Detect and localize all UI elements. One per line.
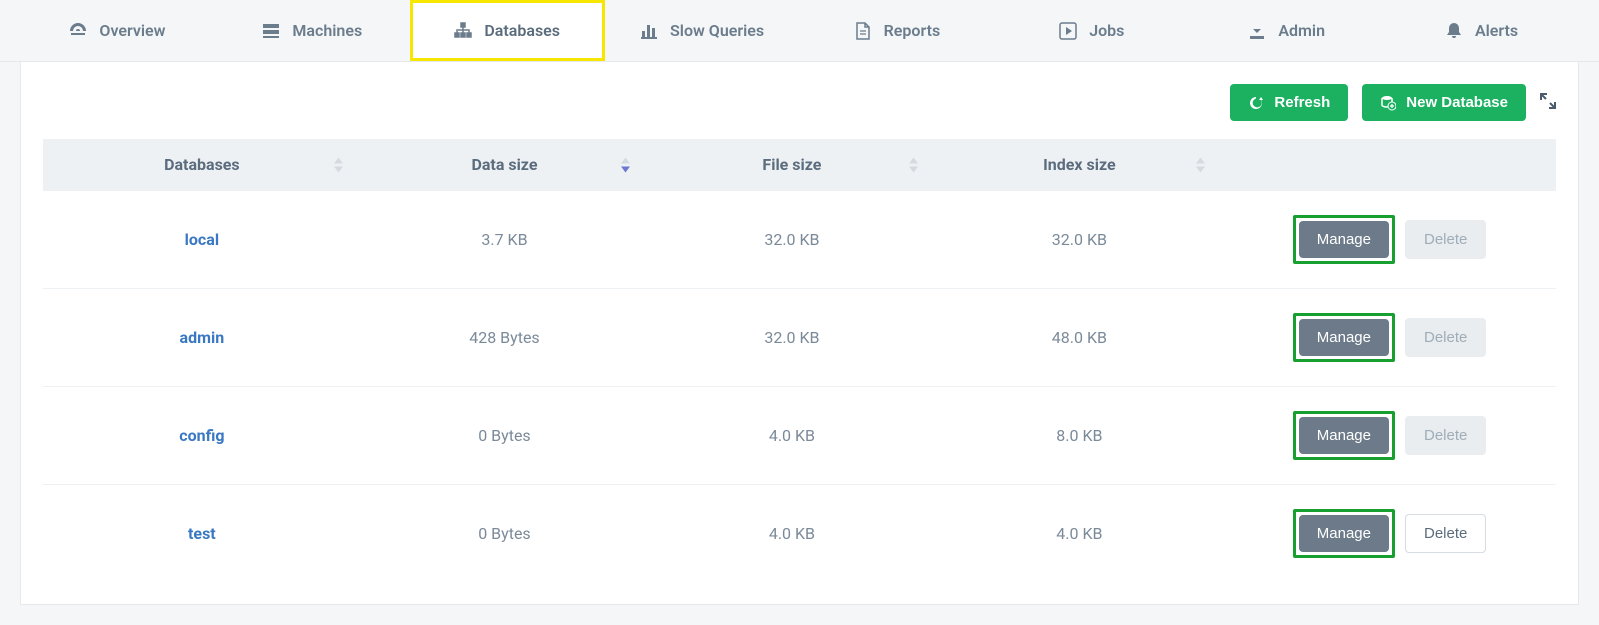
delete-button: Delete	[1405, 318, 1486, 357]
file-icon	[854, 22, 872, 40]
index-size-cell: 4.0 KB	[936, 485, 1223, 583]
file-size-cell: 32.0 KB	[648, 191, 935, 289]
sort-icon	[334, 157, 343, 172]
tab-label: Databases	[484, 21, 560, 40]
table-row: config0 Bytes4.0 KB8.0 KB Manage Delete	[43, 387, 1556, 485]
col-index-size[interactable]: Index size	[936, 139, 1223, 191]
db-name-link[interactable]: config	[43, 387, 361, 485]
index-size-cell: 48.0 KB	[936, 289, 1223, 387]
index-size-cell: 32.0 KB	[936, 191, 1223, 289]
table-row: test0 Bytes4.0 KB4.0 KBManageDelete	[43, 485, 1556, 583]
tab-databases[interactable]: Databases	[410, 0, 605, 61]
download-icon	[1248, 22, 1266, 40]
manage-button[interactable]: Manage	[1299, 417, 1389, 454]
manage-highlight: Manage	[1293, 313, 1395, 362]
tab-jobs[interactable]: Jobs	[994, 0, 1189, 61]
col-data-size[interactable]: Data size	[361, 139, 648, 191]
sort-icon	[909, 157, 918, 172]
tab-label: Admin	[1278, 21, 1325, 40]
toolbar: Refresh New Database	[21, 62, 1578, 139]
new-database-button[interactable]: New Database	[1362, 84, 1526, 121]
col-file-size[interactable]: File size	[648, 139, 935, 191]
data-size-cell: 3.7 KB	[361, 191, 648, 289]
file-size-cell: 4.0 KB	[648, 387, 935, 485]
databases-table: Databases Data size File size	[43, 139, 1556, 582]
bell-icon	[1445, 22, 1463, 40]
delete-button: Delete	[1405, 220, 1486, 259]
nav-tabs: Overview Machines Databases Slow Queries Rep…	[0, 0, 1599, 62]
col-databases[interactable]: Databases	[43, 139, 361, 191]
tab-label: Slow Queries	[670, 21, 764, 40]
tab-alerts[interactable]: Alerts	[1384, 0, 1579, 61]
table-row: local3.7 KB32.0 KB32.0 KBManageDelete	[43, 191, 1556, 289]
sort-desc-icon	[621, 157, 630, 172]
database-add-icon	[1380, 95, 1396, 111]
file-size-cell: 32.0 KB	[648, 289, 935, 387]
tab-label: Alerts	[1475, 21, 1518, 40]
expand-button[interactable]	[1540, 93, 1556, 113]
bar-chart-icon	[640, 22, 658, 40]
server-icon	[262, 22, 280, 40]
sort-icon	[1196, 157, 1205, 172]
tab-label: Machines	[292, 21, 362, 40]
refresh-label: Refresh	[1274, 94, 1330, 111]
db-name-link[interactable]: local	[43, 191, 361, 289]
tab-label: Jobs	[1089, 21, 1124, 40]
refresh-icon	[1248, 95, 1264, 111]
data-size-cell: 0 Bytes	[361, 387, 648, 485]
manage-highlight: Manage	[1293, 509, 1395, 558]
col-actions	[1223, 139, 1556, 191]
tab-slow-queries[interactable]: Slow Queries	[605, 0, 800, 61]
play-icon	[1059, 22, 1077, 40]
data-size-cell: 428 Bytes	[361, 289, 648, 387]
dashboard-icon	[69, 22, 87, 40]
delete-button[interactable]: Delete	[1405, 514, 1486, 553]
tab-label: Reports	[884, 21, 941, 40]
manage-button[interactable]: Manage	[1299, 319, 1389, 356]
tab-overview[interactable]: Overview	[20, 0, 215, 61]
data-size-cell: 0 Bytes	[361, 485, 648, 583]
tab-admin[interactable]: Admin	[1189, 0, 1384, 61]
refresh-button[interactable]: Refresh	[1230, 84, 1348, 121]
sitemap-icon	[454, 22, 472, 40]
tab-machines[interactable]: Machines	[215, 0, 410, 61]
db-name-link[interactable]: test	[43, 485, 361, 583]
file-size-cell: 4.0 KB	[648, 485, 935, 583]
manage-highlight: Manage	[1293, 215, 1395, 264]
table-row: admin428 Bytes32.0 KB48.0 KB Manage Delete	[43, 289, 1556, 387]
index-size-cell: 8.0 KB	[936, 387, 1223, 485]
manage-highlight: Manage	[1293, 411, 1395, 460]
databases-panel: Refresh New Database Databases Data	[20, 62, 1579, 605]
new-database-label: New Database	[1406, 94, 1508, 111]
delete-button: Delete	[1405, 416, 1486, 455]
tab-label: Overview	[99, 21, 165, 40]
db-name-link[interactable]: admin	[43, 289, 361, 387]
expand-icon	[1540, 93, 1556, 109]
manage-button[interactable]: Manage	[1299, 221, 1389, 258]
tab-reports[interactable]: Reports	[800, 0, 995, 61]
